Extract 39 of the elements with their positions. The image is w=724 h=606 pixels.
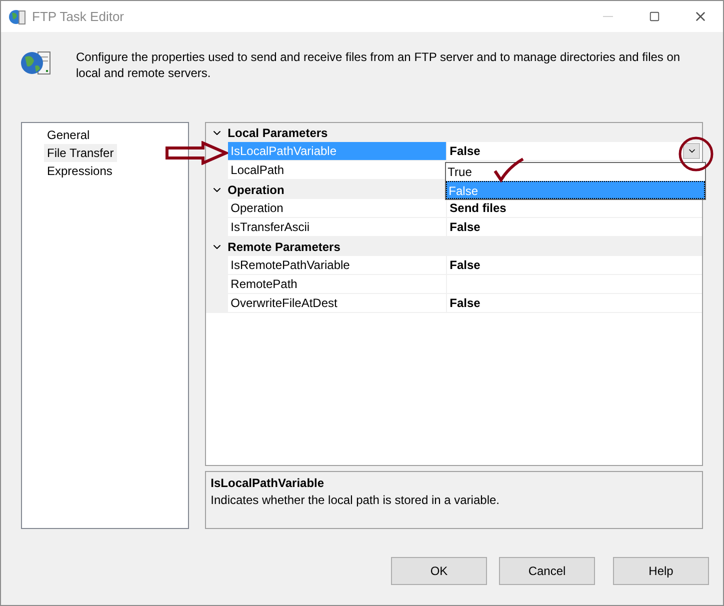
page-list-item[interactable]: General xyxy=(44,126,93,144)
description-text: Configure the properties used to send and receive files from an FTP server and to manage directories and files on local and remote servers. xyxy=(76,49,682,81)
dialog-button[interactable]: Cancel xyxy=(499,557,595,585)
category-header: Local Parameters xyxy=(228,124,328,142)
page-list-item[interactable]: File Transfer xyxy=(44,144,117,162)
property-value: False xyxy=(450,219,480,236)
window-title: FTP Task Editor xyxy=(32,8,124,26)
value-cell[interactable]: False xyxy=(446,142,702,160)
page-list-item[interactable]: Expressions xyxy=(44,162,116,180)
category-header: Remote Parameters xyxy=(228,238,340,256)
minimize-icon xyxy=(603,16,613,17)
value-cell[interactable]: False xyxy=(446,256,702,274)
ftp-server-icon xyxy=(20,49,52,77)
value-cell[interactable]: False xyxy=(446,294,702,312)
category-header: Operation xyxy=(228,182,284,198)
property-value: False xyxy=(450,143,480,160)
property-value: False xyxy=(450,295,480,312)
property-name[interactable]: LocalPath xyxy=(228,161,446,179)
property-name[interactable]: OverwriteFileAtDest xyxy=(228,294,446,312)
property-value: Send files xyxy=(450,200,506,217)
help-text: Indicates whether the local path is stored in a variable. xyxy=(210,492,500,509)
property-name[interactable]: Operation xyxy=(228,199,446,217)
value-cell[interactable]: False xyxy=(446,218,702,236)
globe-icon xyxy=(8,8,26,26)
property-name[interactable]: RemotePath xyxy=(228,275,446,293)
annotation-circle xyxy=(678,136,714,172)
check-mark-drawing xyxy=(493,157,525,183)
property-name[interactable]: IsTransferAscii xyxy=(228,218,446,236)
maximize-icon xyxy=(648,11,660,22)
dropdown-option[interactable]: True xyxy=(446,163,705,181)
dropdown-button[interactable] xyxy=(683,143,700,159)
dialog-button[interactable]: OK xyxy=(391,557,487,585)
value-cell[interactable] xyxy=(446,275,702,293)
help-title: IsLocalPathVariable xyxy=(210,475,324,491)
annotation-arrow xyxy=(165,141,228,165)
property-value: False xyxy=(450,257,480,274)
dialog-button[interactable]: Help xyxy=(613,557,709,585)
property-name[interactable]: IsRemotePathVariable xyxy=(228,256,446,274)
value-cell[interactable]: Send files xyxy=(446,199,702,217)
